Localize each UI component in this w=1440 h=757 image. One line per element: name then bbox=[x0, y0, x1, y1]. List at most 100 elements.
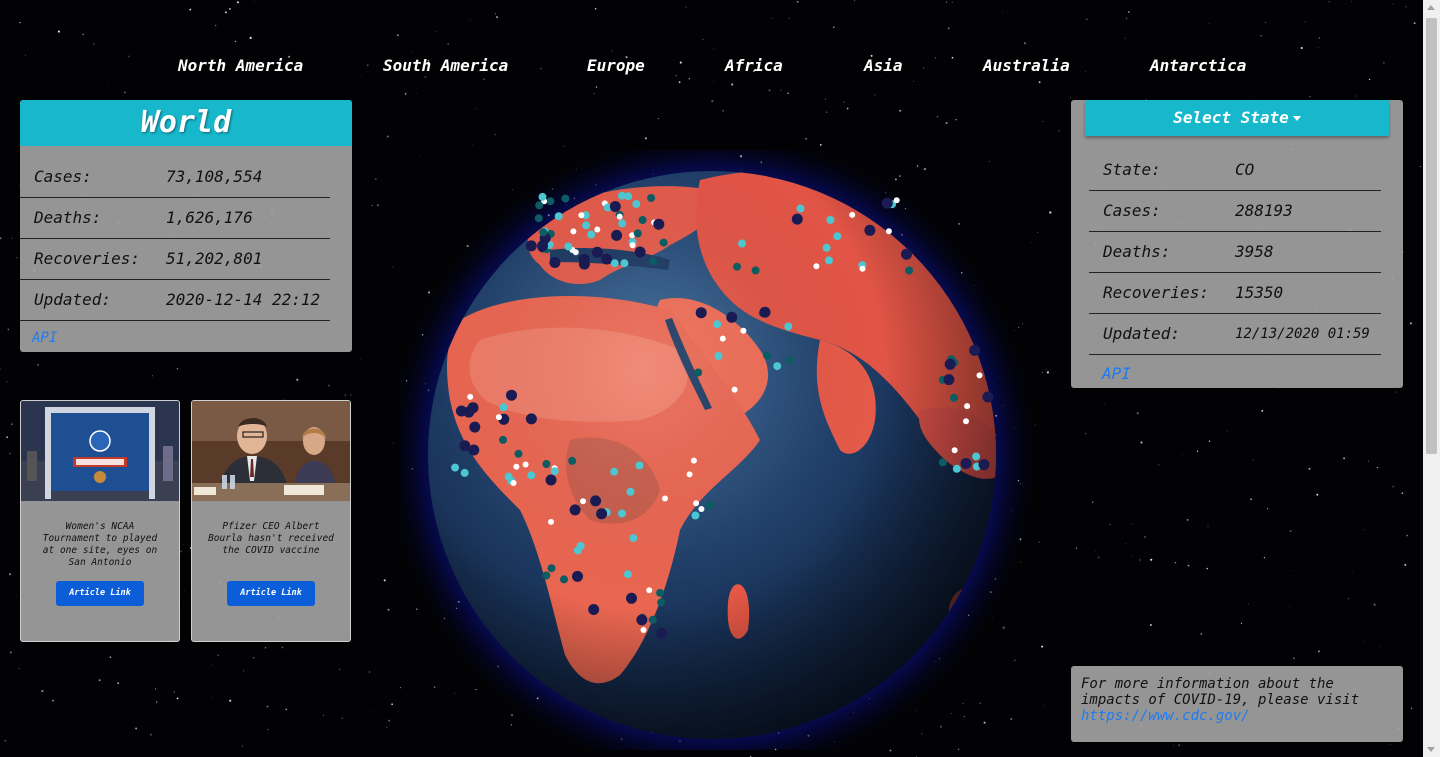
case-marker bbox=[587, 230, 596, 239]
case-marker bbox=[694, 368, 703, 377]
star bbox=[494, 13, 496, 15]
page-scrollbar[interactable] bbox=[1423, 0, 1440, 757]
star bbox=[819, 144, 822, 146]
covid-globe[interactable] bbox=[400, 150, 1060, 750]
star bbox=[1351, 572, 1353, 573]
case-marker bbox=[495, 414, 502, 421]
nav-north-america[interactable]: North America bbox=[178, 56, 303, 75]
case-marker bbox=[893, 197, 900, 204]
case-marker bbox=[469, 421, 481, 433]
star bbox=[787, 92, 789, 95]
nav-south-america[interactable]: South America bbox=[383, 56, 508, 75]
star bbox=[234, 40, 237, 43]
star bbox=[236, 1, 239, 4]
case-marker bbox=[467, 402, 479, 414]
star bbox=[4, 739, 7, 742]
chevron-down-icon bbox=[1292, 116, 1301, 121]
star bbox=[1171, 588, 1173, 590]
nav-asia[interactable]: Asia bbox=[864, 56, 903, 75]
case-marker bbox=[825, 256, 833, 265]
case-marker bbox=[662, 495, 668, 502]
scrollbar-thumb[interactable] bbox=[1426, 18, 1437, 454]
nav-antarctica[interactable]: Antarctica bbox=[1150, 56, 1246, 75]
star bbox=[1406, 534, 1409, 537]
case-marker bbox=[690, 457, 697, 464]
star bbox=[1186, 519, 1189, 521]
star bbox=[1125, 17, 1128, 20]
star bbox=[1289, 530, 1292, 533]
case-marker bbox=[514, 449, 523, 458]
case-marker bbox=[759, 306, 771, 318]
star bbox=[482, 78, 485, 81]
state-deaths-label: Deaths: bbox=[1103, 242, 1171, 261]
nav-australia[interactable]: Australia bbox=[983, 56, 1070, 75]
star bbox=[1413, 22, 1416, 25]
case-marker bbox=[569, 504, 581, 516]
case-marker bbox=[738, 239, 747, 248]
star bbox=[1038, 81, 1041, 84]
star bbox=[1149, 624, 1152, 626]
case-marker bbox=[618, 509, 626, 518]
case-marker bbox=[859, 265, 866, 272]
case-marker bbox=[580, 498, 586, 505]
star bbox=[1174, 561, 1177, 564]
star bbox=[322, 714, 325, 716]
case-marker bbox=[634, 246, 646, 258]
star bbox=[228, 7, 231, 10]
star bbox=[387, 608, 390, 611]
star bbox=[955, 118, 957, 121]
case-marker bbox=[659, 238, 668, 247]
cdc-link[interactable]: https://www.cdc.gov/ bbox=[1081, 708, 1250, 724]
world-recoveries-value: 51,202,801 bbox=[166, 249, 263, 268]
star bbox=[796, 0, 799, 3]
case-marker bbox=[653, 218, 665, 230]
case-marker bbox=[950, 393, 958, 402]
star bbox=[685, 6, 687, 8]
star bbox=[392, 266, 394, 268]
scroll-up-icon[interactable] bbox=[1427, 5, 1435, 10]
case-marker bbox=[547, 564, 556, 573]
case-marker bbox=[467, 393, 474, 400]
star bbox=[7, 328, 10, 331]
case-marker bbox=[620, 259, 629, 268]
star bbox=[1318, 37, 1321, 39]
case-marker bbox=[527, 471, 536, 480]
case-marker bbox=[582, 221, 591, 230]
star bbox=[1318, 47, 1320, 48]
star bbox=[1250, 498, 1253, 501]
star bbox=[593, 93, 595, 95]
star bbox=[350, 394, 352, 396]
article-link-button[interactable]: Article Link bbox=[56, 581, 144, 606]
star bbox=[217, 654, 219, 656]
star bbox=[930, 5, 932, 7]
star bbox=[945, 122, 948, 124]
star bbox=[281, 646, 284, 649]
select-state-dropdown[interactable]: Select State bbox=[1085, 100, 1389, 136]
star bbox=[154, 688, 157, 690]
case-marker bbox=[460, 468, 469, 477]
cdc-info-message: For more information about the impacts o… bbox=[1081, 676, 1360, 708]
state-name-label: State: bbox=[1103, 160, 1161, 179]
star bbox=[1104, 403, 1105, 405]
star bbox=[0, 368, 1, 370]
nav-europe[interactable]: Europe bbox=[587, 56, 645, 75]
state-recoveries-value: 15350 bbox=[1235, 283, 1284, 302]
state-recoveries-row: Recoveries: 15350 bbox=[1089, 273, 1381, 314]
world-recoveries-label: Recoveries: bbox=[34, 249, 140, 268]
news-caption: Pfizer CEO Albert Bourla hasn't received… bbox=[208, 521, 334, 556]
star bbox=[183, 544, 184, 546]
state-api-link[interactable]: API bbox=[1102, 364, 1131, 383]
article-link-button[interactable]: Article Link bbox=[227, 581, 315, 606]
case-marker bbox=[590, 495, 602, 507]
continent-nav: North America South America Europe Afric… bbox=[0, 56, 1423, 78]
nav-africa[interactable]: Africa bbox=[725, 56, 783, 75]
case-marker bbox=[705, 501, 714, 510]
case-marker bbox=[905, 266, 914, 275]
star bbox=[1266, 508, 1269, 510]
case-marker bbox=[719, 335, 726, 342]
world-api-link[interactable]: API bbox=[32, 330, 57, 346]
star bbox=[176, 697, 179, 700]
scroll-down-icon[interactable] bbox=[1427, 747, 1435, 752]
star bbox=[215, 24, 217, 27]
star bbox=[376, 204, 380, 207]
